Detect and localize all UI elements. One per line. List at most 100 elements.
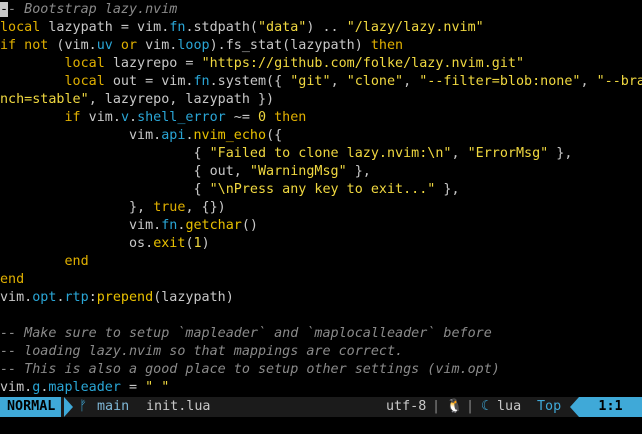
code-line[interactable]: -- Bootstrap lazy.nvim xyxy=(0,1,642,19)
code-line[interactable]: local lazypath = vim.fn.stdpath("data") … xyxy=(0,19,642,37)
code-line[interactable]: vim.opt.rtp:prepend(lazypath) xyxy=(0,289,642,307)
code-token: "WarningMsg" xyxy=(249,164,347,179)
file-encoding: utf-8 xyxy=(386,399,427,414)
code-token: 0 xyxy=(258,110,267,125)
code-token: -- loading lazy.nvim so that mappings ar… xyxy=(0,344,404,359)
code-line[interactable]: -- This is also a good place to setup ot… xyxy=(0,361,642,379)
code-token: local xyxy=(64,74,105,89)
code-token: (lazypath) xyxy=(153,290,234,305)
code-token: "https://github.com/folke/lazy.nvim.git" xyxy=(201,56,525,71)
code-token: or xyxy=(112,38,146,53)
code-token: local xyxy=(0,20,41,35)
code-token: mapleader xyxy=(48,380,121,395)
git-branch-icon: ᚠ xyxy=(79,399,88,414)
code-token: }, xyxy=(435,182,460,197)
scroll-position: Top xyxy=(537,399,562,414)
code-token: prepend xyxy=(96,290,154,305)
code-token: }, xyxy=(548,146,573,161)
code-token: { xyxy=(0,146,210,161)
code-line[interactable]: os.exit(1) xyxy=(0,235,642,253)
lua-moon-icon: ☾ xyxy=(481,399,490,414)
location-separator xyxy=(570,397,579,417)
code-token: "data" xyxy=(258,20,307,35)
code-token: then xyxy=(266,110,307,125)
code-line[interactable]: if vim.v.shell_error ~= 0 then xyxy=(0,109,642,127)
code-line[interactable]: end xyxy=(0,271,642,289)
code-token: { xyxy=(0,182,210,197)
code-line[interactable]: nch=stable", lazyrepo, lazypath }) xyxy=(0,91,642,109)
code-token: 1 xyxy=(193,236,202,251)
text-cursor: - xyxy=(0,2,9,17)
code-token: exit xyxy=(153,236,186,251)
code-line[interactable]: }, true, {}) xyxy=(0,199,642,217)
code-line[interactable]: -- Make sure to setup `mapleader` and `m… xyxy=(0,325,642,343)
code-token: }, xyxy=(346,164,371,179)
code-token: , xyxy=(580,74,597,89)
code-line[interactable]: { "\nPress any key to exit..." }, xyxy=(0,181,642,199)
code-token: ({ xyxy=(266,128,283,143)
code-token: -- Make sure to setup `mapleader` and `m… xyxy=(0,326,492,341)
code-token: = xyxy=(120,380,146,395)
code-line[interactable]: { out, "WarningMsg" }, xyxy=(0,163,642,181)
file-type: lua xyxy=(497,399,522,414)
code-line[interactable]: { "Failed to clone lazy.nvim:\n", "Error… xyxy=(0,145,642,163)
code-token: { out, xyxy=(0,164,250,179)
code-editor[interactable]: -- Bootstrap lazy.nvim local lazypath = v… xyxy=(0,1,642,397)
linux-tux-icon: 🐧 xyxy=(446,399,463,414)
code-token: os. xyxy=(0,236,154,251)
code-token: " " xyxy=(145,380,170,395)
code-token: rtp xyxy=(64,290,89,305)
code-token: vim. xyxy=(145,38,178,53)
code-token: end xyxy=(64,254,89,269)
code-token: local xyxy=(64,56,105,71)
file-name: init.lua xyxy=(146,399,211,414)
code-line[interactable]: local out = vim.fn.system({ "git", "clon… xyxy=(0,73,642,91)
statusline-separator: | xyxy=(432,399,441,414)
code-line[interactable]: local lazyrepo = "https://github.com/fol… xyxy=(0,55,642,73)
code-token: vim. xyxy=(0,380,33,395)
command-line[interactable] xyxy=(0,417,642,434)
code-token: true xyxy=(153,200,186,215)
code-token: ).fs_stat(lazypath) xyxy=(209,38,371,53)
code-token: fn xyxy=(193,74,210,89)
code-line[interactable] xyxy=(0,307,642,325)
code-token: ) xyxy=(201,236,210,251)
code-token: loop xyxy=(177,38,210,53)
code-token: if xyxy=(64,110,81,125)
code-token: . xyxy=(56,290,65,305)
code-token: "ErrorMsg" xyxy=(467,146,549,161)
code-token: "/lazy/lazy.nvim" xyxy=(346,20,484,35)
code-token: ) .. xyxy=(306,20,347,35)
mode-indicator: NORMAL xyxy=(0,397,62,417)
code-token: then xyxy=(370,38,404,53)
code-token: .stdpath( xyxy=(185,20,258,35)
code-line[interactable]: vim.fn.getchar() xyxy=(0,217,642,235)
code-line[interactable]: vim.api.nvim_echo({ xyxy=(0,127,642,145)
code-token: shell_error xyxy=(137,110,226,125)
code-token: vim. xyxy=(0,290,33,305)
code-token: ~= xyxy=(225,110,258,125)
code-line[interactable]: vim.g.mapleader = " " xyxy=(0,379,642,397)
code-token: - Bootstrap lazy.nvim xyxy=(8,2,178,17)
code-token: vim. xyxy=(80,110,121,125)
code-token: , xyxy=(330,74,347,89)
code-token: : xyxy=(88,290,97,305)
code-token: ( xyxy=(185,236,194,251)
code-token: if not xyxy=(0,38,49,53)
code-line[interactable]: end xyxy=(0,253,642,271)
code-token: fn xyxy=(161,218,178,233)
code-line[interactable]: if not (vim.uv or vim.loop).fs_stat(lazy… xyxy=(0,37,642,55)
code-token: () xyxy=(241,218,258,233)
code-token: "clone" xyxy=(346,74,404,89)
code-token: . xyxy=(185,128,194,143)
code-token: "--bra xyxy=(596,74,642,89)
code-token: , lazyrepo, lazypath }) xyxy=(88,92,275,107)
code-token: , xyxy=(451,146,468,161)
code-line[interactable]: -- loading lazy.nvim so that mappings ar… xyxy=(0,343,642,361)
code-token: }, xyxy=(0,200,154,215)
statusline: NORMAL ᚠ main init.lua utf-8 | 🐧 | ☾ lua… xyxy=(0,397,642,417)
